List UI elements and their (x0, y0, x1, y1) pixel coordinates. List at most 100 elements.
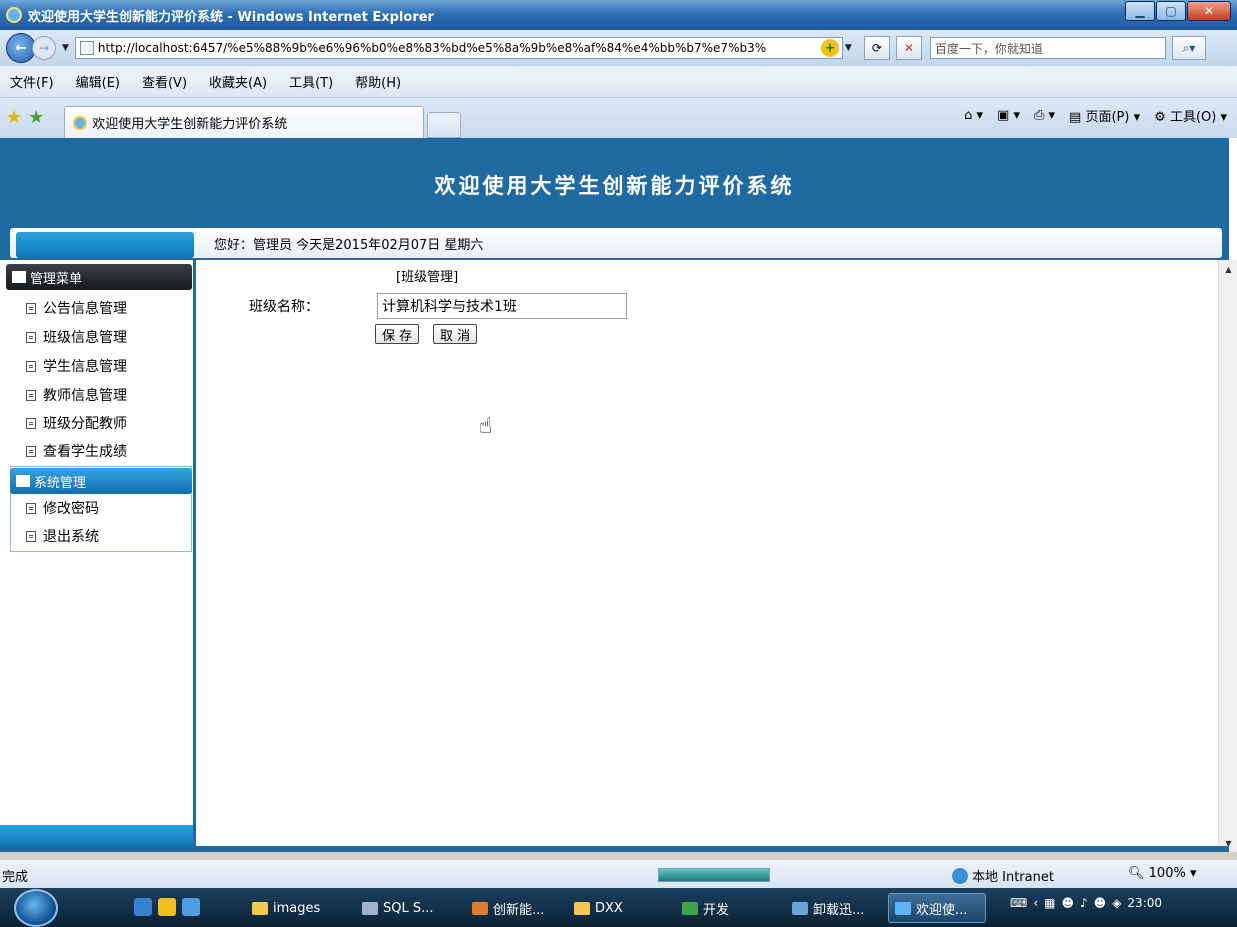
hand-cursor-icon: ☝ (479, 414, 493, 439)
menu-bar: 文件(F) 编辑(E) 查看(V) 收藏夹(A) 工具(T) 帮助(H) (0, 66, 1237, 98)
zoom-dropdown-icon: ▾ (1189, 866, 1197, 881)
web-content: 欢迎使用大学生创新能力评价系统 您好：管理员 今天是2015年02月07日 星期… (0, 138, 1237, 852)
document-icon (26, 530, 36, 542)
menu-favorites[interactable]: 收藏夹(A) (209, 72, 267, 91)
start-button[interactable] (14, 889, 58, 927)
taskbar-item-uninstall[interactable]: 卸载迅... (786, 893, 884, 923)
security-zone[interactable]: 本地 Intranet (952, 866, 1054, 885)
vertical-scrollbar[interactable]: ▲ ▼ (1218, 260, 1237, 852)
document-icon (26, 331, 36, 343)
zone-label: 本地 Intranet (972, 870, 1054, 885)
tray-expand-icon[interactable]: ‹ (1033, 896, 1038, 910)
address-url: http://localhost:6457/%e5%88%9b%e6%96%b0… (97, 41, 767, 55)
system-menu-header[interactable]: 系统管理 (10, 468, 192, 494)
refresh-button[interactable]: ⟳ (863, 36, 890, 60)
address-toolbar: ← → ▼ http://localhost:6457/%e5%88%9b%e6… (0, 30, 1237, 66)
taskbar-item-dxx[interactable]: DXX (568, 893, 668, 923)
search-input[interactable]: 百度一下，你就知道 (929, 37, 1166, 59)
history-dropdown-icon[interactable]: ▼ (62, 43, 69, 53)
sidebar: 管理菜单 公告信息管理 班级信息管理 学生信息管理 教师信息管理 班级分配教师 … (0, 260, 196, 852)
taskbar-item-sql[interactable]: SQL S... (356, 893, 456, 923)
ie-icon (6, 7, 22, 23)
quick-launch (134, 898, 200, 916)
status-text: 完成 (2, 870, 29, 885)
page-icon (79, 41, 94, 55)
ie-quicklaunch-icon[interactable] (134, 898, 152, 916)
progress-bar (658, 868, 770, 882)
sidebar-item-label: 修改密码 (43, 501, 99, 517)
scroll-up-icon[interactable]: ▲ (1219, 260, 1237, 278)
folder-icon (574, 901, 590, 915)
document-icon (26, 445, 36, 457)
page-menu[interactable]: ▤ 页面(P) ▾ (1069, 106, 1140, 125)
system-menu-title: 系统管理 (34, 475, 87, 491)
new-tab-button[interactable] (427, 112, 462, 138)
sidebar-item-notice[interactable]: 公告信息管理 (26, 298, 127, 318)
desktop-quicklaunch-icon[interactable] (182, 898, 200, 916)
sidebar-item-teacher[interactable]: 教师信息管理 (26, 385, 127, 405)
gear-icon: ⚙ (1154, 110, 1166, 125)
cancel-button[interactable]: 取 消 (433, 324, 478, 344)
home-icon[interactable]: ⌂ ▾ (964, 108, 983, 123)
task-label: DXX (595, 900, 623, 916)
save-button[interactable]: 保 存 (375, 324, 420, 344)
search-icon[interactable]: ⌕▾ (1171, 36, 1206, 60)
clock-text: 23:00 (1127, 896, 1163, 910)
vs-icon (472, 901, 488, 915)
qq-icon[interactable]: ☻ (1094, 896, 1107, 910)
shield-icon[interactable]: ◈ (1112, 896, 1121, 910)
address-field[interactable]: http://localhost:6457/%e5%88%9b%e6%96%b0… (74, 37, 843, 59)
sidebar-item-assign-teacher[interactable]: 班级分配教师 (26, 413, 127, 433)
forward-button[interactable]: → (32, 36, 56, 60)
browser-quicklaunch-icon[interactable] (158, 898, 176, 916)
class-name-input[interactable] (377, 293, 627, 319)
volume-icon[interactable]: ♪ (1080, 896, 1088, 910)
sidebar-item-logout[interactable]: 退出系统 (26, 526, 99, 546)
menu-tools[interactable]: 工具(T) (289, 72, 333, 91)
window-titlebar: 欢迎使用大学生创新能力评价系统 - Windows Internet Explo… (0, 0, 1237, 30)
sidebar-item-change-password[interactable]: 修改密码 (26, 498, 99, 518)
address-dropdown-icon[interactable]: ▼ (845, 43, 852, 53)
sidebar-item-label: 班级信息管理 (43, 330, 127, 346)
sidebar-item-scores[interactable]: 查看学生成绩 (26, 441, 127, 461)
tools-menu-label: 工具(O) (1169, 110, 1217, 125)
add-favorite-icon[interactable]: ★ (28, 107, 44, 128)
system-tray: ⌨ ‹ ▦ ☻ ♪ ☻ ◈ 23:00 (1010, 896, 1162, 910)
stop-button[interactable]: ✕ (895, 36, 922, 60)
favorites-star-icon[interactable]: ★ (6, 107, 22, 128)
taskbar-item-images[interactable]: images (246, 893, 346, 923)
sidebar-item-class[interactable]: 班级信息管理 (26, 327, 127, 347)
tools-menu[interactable]: ⚙ 工具(O) ▾ (1154, 106, 1227, 125)
taskbar-item-welcome[interactable]: 欢迎使... (888, 893, 986, 923)
zoom-control[interactable]: 🔍︎ 100% ▾ (1128, 866, 1197, 881)
network-icon[interactable]: ▦ (1044, 896, 1055, 910)
page-menu-label: 页面(P) (1085, 110, 1130, 125)
messenger-icon[interactable]: ☻ (1061, 896, 1074, 910)
sidebar-item-label: 班级分配教师 (43, 416, 127, 432)
sidebar-item-label: 学生信息管理 (43, 359, 127, 375)
tab-label: 欢迎使用大学生创新能力评价系统 (92, 117, 288, 132)
task-label: 开发 (703, 902, 730, 918)
menu-view[interactable]: 查看(V) (142, 72, 187, 91)
compat-view-icon[interactable]: + (820, 39, 839, 57)
page-bottom-bar (0, 846, 1229, 852)
menu-edit[interactable]: 编辑(E) (76, 72, 120, 91)
zoom-icon: 🔍︎ (1128, 866, 1145, 881)
feeds-icon[interactable]: ▣ ▾ (997, 108, 1020, 123)
taskbar-item-innovation[interactable]: 创新能... (466, 893, 566, 923)
keyboard-icon[interactable]: ⌨ (1010, 896, 1027, 910)
menu-file[interactable]: 文件(F) (10, 72, 54, 91)
close-button[interactable]: ✕ (1187, 1, 1231, 21)
page-banner: 欢迎使用大学生创新能力评价系统 (0, 138, 1229, 226)
sidebar-item-student[interactable]: 学生信息管理 (26, 356, 127, 376)
print-icon[interactable]: ⎙ ▾ (1034, 108, 1055, 123)
sidebar-footer (0, 825, 193, 847)
taskbar-item-dev[interactable]: 开发 (676, 893, 776, 923)
minimize-button[interactable]: ▁ (1125, 1, 1155, 21)
main-menu-header[interactable]: 管理菜单 (6, 264, 192, 290)
tab-active[interactable]: 欢迎使用大学生创新能力评价系统 (64, 106, 425, 138)
zoom-label: 100% (1148, 866, 1186, 881)
maximize-button[interactable]: ▢ (1156, 1, 1186, 21)
menu-help[interactable]: 帮助(H) (355, 72, 401, 91)
command-bar: ⌂ ▾ ▣ ▾ ⎙ ▾ ▤ 页面(P) ▾ ⚙ 工具(O) ▾ (964, 106, 1227, 125)
